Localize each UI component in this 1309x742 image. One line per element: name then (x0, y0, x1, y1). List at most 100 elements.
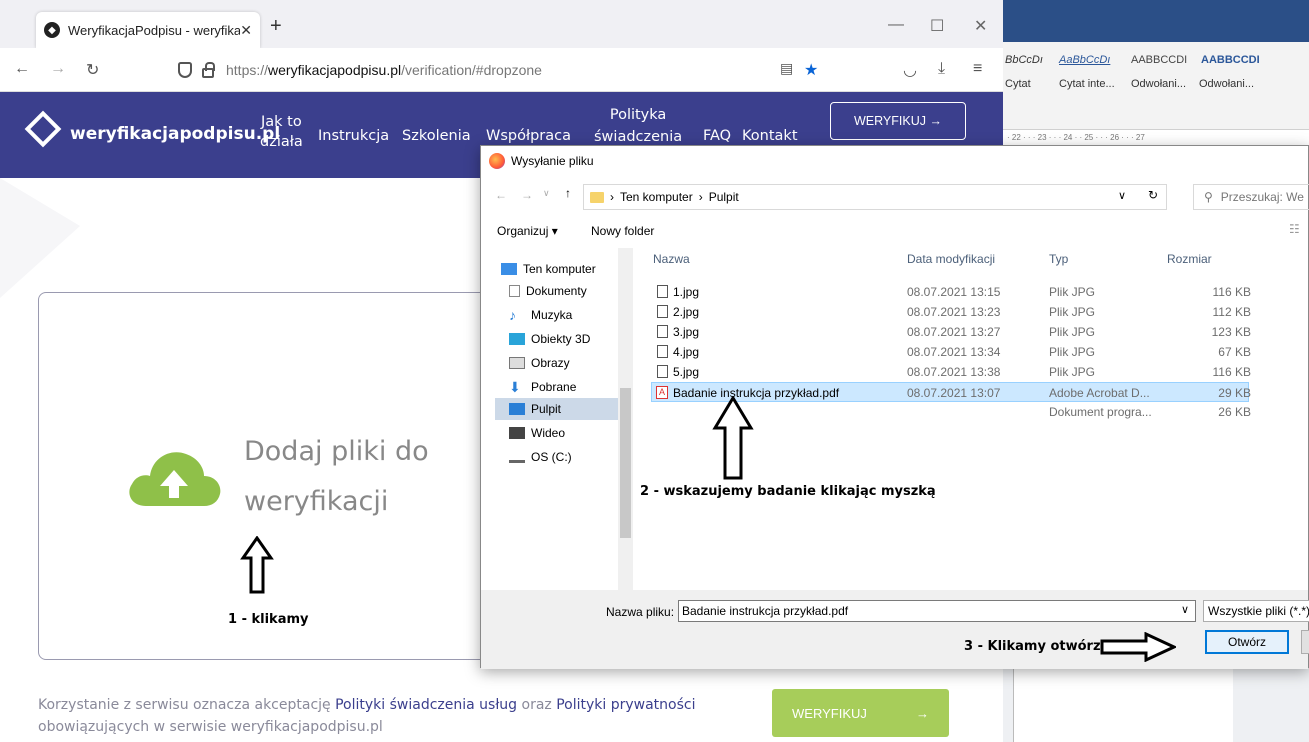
column-size[interactable]: Rozmiar (1167, 252, 1212, 266)
lock-icon[interactable] (202, 62, 215, 78)
nav-polityka[interactable]: Polityka świadczenia (594, 104, 682, 148)
column-name[interactable]: Nazwa (653, 252, 690, 266)
back-icon[interactable]: ← (495, 188, 507, 202)
nav-label: Dokumenty (526, 284, 587, 298)
close-window-icon[interactable]: ✕ (974, 16, 987, 36)
cloud-upload-icon[interactable] (126, 444, 222, 508)
file-name: Badanie instrukcja przykład.pdf (673, 386, 840, 400)
open-button[interactable]: Otwórz (1205, 630, 1289, 654)
dialog-toolbar: Organizuj ▾ Nowy folder ☷ (481, 218, 1308, 244)
nav-pulpit[interactable]: Pulpit (495, 398, 619, 420)
new-folder-button[interactable]: Nowy folder (591, 224, 654, 238)
shield-icon[interactable] (178, 62, 192, 78)
nav-label: Obrazy (531, 356, 570, 370)
reload-icon[interactable]: ↻ (86, 60, 99, 80)
file-row[interactable]: 3.jpg 08.07.2021 13:27 Plik JPG 123 KB (653, 322, 1309, 342)
nav-label: Pulpit (531, 402, 562, 416)
nav-jak-to-dziala[interactable]: Jak to działa (260, 112, 303, 152)
nav-pobrane[interactable]: ⬇ Pobrane (509, 376, 576, 398)
nav-faq[interactable]: FAQ (703, 128, 731, 144)
annotation-arrow-right (1100, 632, 1176, 662)
file-row[interactable]: 1.jpg 08.07.2021 13:15 Plik JPG 116 KB (653, 282, 1309, 302)
nav-os-c[interactable]: OS (C:) (509, 446, 572, 468)
file-date: 08.07.2021 13:27 (907, 325, 1001, 339)
view-options-icon[interactable]: ☷ (1289, 222, 1300, 236)
download-icon[interactable]: ⤓ (938, 60, 945, 78)
dialog-title: Wysyłanie pliku (511, 154, 594, 168)
nav-szkolenia[interactable]: Szkolenia (402, 128, 471, 144)
separator-icon: › (698, 190, 703, 204)
dropzone-text: weryfikacji (244, 486, 389, 517)
computer-icon (501, 263, 517, 275)
new-tab-icon[interactable]: + (270, 15, 282, 38)
nav-scrollbar[interactable] (618, 248, 633, 590)
reader-view-icon[interactable]: ▤ (780, 60, 793, 77)
filetype-select[interactable]: Wszystkie pliki (*.*) (1203, 600, 1309, 622)
style-odwolanie[interactable]: AABBCCDI (1131, 54, 1187, 66)
nav-instrukcja[interactable]: Instrukcja (318, 128, 389, 144)
cancel-button[interactable] (1301, 630, 1309, 654)
style-cytat[interactable]: BbCcDı (1005, 54, 1043, 66)
file-row[interactable]: 4.jpg 08.07.2021 13:34 Plik JPG 67 KB (653, 342, 1309, 362)
file-date: 08.07.2021 13:07 (907, 386, 1001, 400)
close-tab-icon[interactable]: ✕ (240, 22, 252, 39)
style-cytat-intensywny[interactable]: AaBbCcDı (1059, 54, 1110, 66)
nav-obrazy[interactable]: Obrazy (509, 352, 570, 374)
image-file-icon (657, 305, 668, 318)
maximize-icon[interactable]: ☐ (930, 16, 944, 36)
nav-dokumenty[interactable]: Dokumenty (509, 280, 587, 302)
annotation-step2: 2 - wskazujemy badanie klikając myszką (640, 484, 936, 499)
file-name: 4.jpg (673, 345, 700, 359)
terms-link[interactable]: Polityki świadczenia usług (335, 697, 517, 713)
menu-icon[interactable]: ≡ (973, 60, 982, 78)
logo-icon[interactable] (24, 110, 62, 148)
refresh-icon[interactable]: ↻ (1148, 188, 1158, 202)
nav-kontakt[interactable]: Kontakt (742, 128, 798, 144)
scrollbar-thumb[interactable] (620, 388, 631, 538)
file-size: 116 KB (1212, 365, 1251, 379)
terms-part: oraz (517, 697, 557, 713)
breadcrumb-ten-komputer[interactable]: Ten komputer (620, 190, 693, 204)
nav-wideo[interactable]: Wideo (509, 422, 565, 444)
pocket-icon[interactable]: ◡ (903, 60, 917, 80)
nav-wspolpraca[interactable]: Współpraca (486, 128, 571, 144)
url-bar[interactable]: https:// weryfikacjapodpisu.pl /verifica… (178, 55, 830, 85)
nav-label: Ten komputer (523, 262, 596, 276)
nav-ten-komputer[interactable]: Ten komputer (501, 258, 596, 280)
desktop-icon (509, 403, 525, 415)
column-date[interactable]: Data modyfikacji (907, 252, 995, 266)
nav-muzyka[interactable]: ♪ Muzyka (509, 304, 572, 326)
verify-button[interactable]: WERYFIKUJ → (772, 689, 949, 737)
chevron-down-icon[interactable]: ∨ (543, 188, 550, 199)
nav-label: działa (260, 134, 303, 150)
back-icon[interactable]: ← (14, 60, 30, 78)
3d-objects-icon (509, 333, 525, 345)
up-folder-icon[interactable]: ↑ (565, 186, 571, 200)
browser-tab-bar: ◆ WeryfikacjaPodpisu - weryfikac ✕ + — ☐… (0, 0, 1003, 48)
browser-tab[interactable]: ◆ WeryfikacjaPodpisu - weryfikac ✕ (36, 12, 260, 48)
nav-obiekty-3d[interactable]: Obiekty 3D (509, 328, 590, 350)
browser-nav-bar: ← → ↻ https:// weryfikacjapodpisu.pl /ve… (0, 48, 1003, 92)
organize-button[interactable]: Organizuj ▾ (497, 224, 558, 238)
minimize-icon[interactable]: — (888, 16, 904, 34)
nav-label: Obiekty 3D (531, 332, 591, 346)
bookmark-star-icon[interactable]: ★ (804, 60, 818, 80)
privacy-link[interactable]: Polityki prywatności (556, 697, 695, 713)
column-type[interactable]: Typ (1049, 252, 1068, 266)
forward-icon[interactable]: → (521, 188, 533, 202)
filename-input[interactable]: Badanie instrukcja przykład.pdf ∨ (678, 600, 1196, 622)
breadcrumb-pulpit[interactable]: Pulpit (709, 190, 739, 204)
style-odwolanie-intensywne[interactable]: AABBCCDI (1201, 54, 1260, 66)
style-caption: Cytat (1005, 78, 1031, 90)
chevron-down-icon[interactable]: ∨ (1181, 603, 1189, 616)
forward-icon[interactable]: → (50, 60, 66, 78)
address-bar[interactable]: › Ten komputer › Pulpit ∨ ↻ (583, 184, 1167, 210)
site-logo[interactable]: weryfikacjapodpisu.pl (70, 124, 280, 144)
annotation-step3: 3 - Klikamy otwórz (964, 639, 1101, 654)
header-verify-button[interactable]: WERYFIKUJ → (830, 102, 966, 140)
chevron-down-icon[interactable]: ∨ (1118, 189, 1126, 202)
file-row[interactable]: 2.jpg 08.07.2021 13:23 Plik JPG 112 KB (653, 302, 1309, 322)
file-row[interactable]: 5.jpg 08.07.2021 13:38 Plik JPG 116 KB (653, 362, 1309, 382)
url-path: /verification/#dropzone (401, 62, 542, 78)
search-input[interactable]: ⚲ Przeszukaj: We (1193, 184, 1309, 210)
